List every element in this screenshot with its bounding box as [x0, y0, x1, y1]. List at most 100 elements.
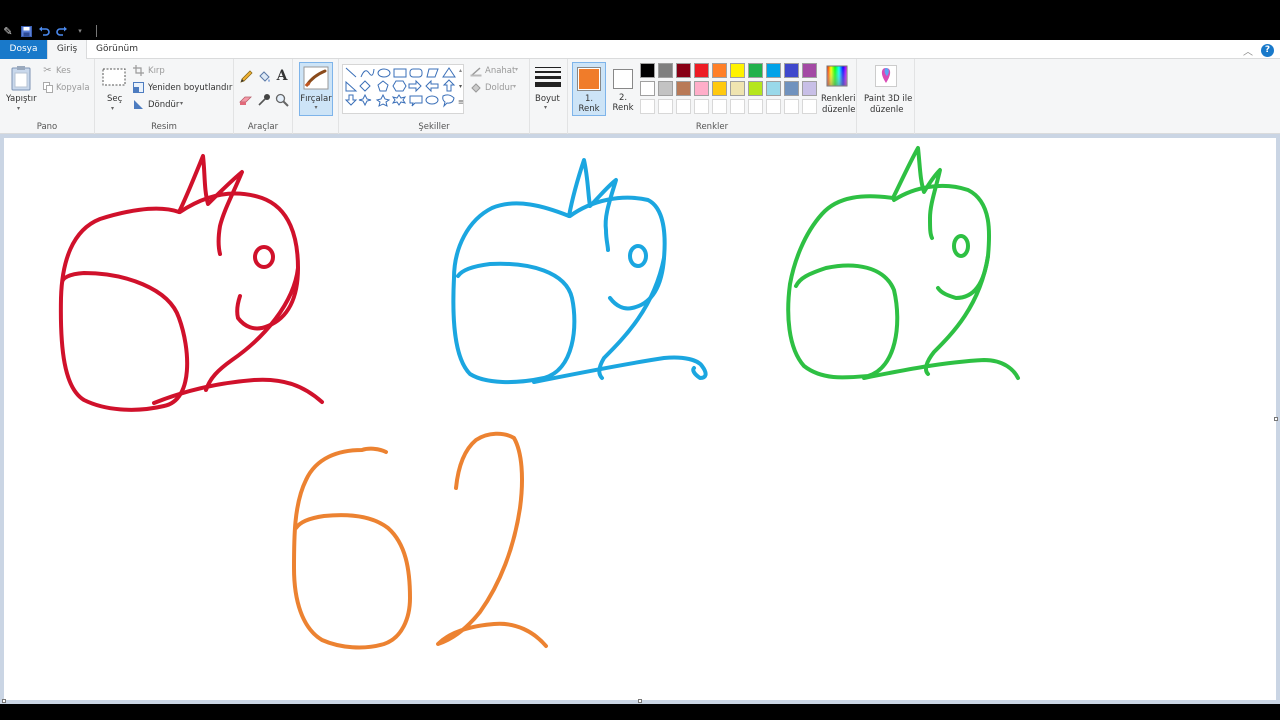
resize-button[interactable]: Yeniden boyutlandır [148, 83, 232, 93]
canvas-resize-handle-bottom-left[interactable] [2, 699, 6, 703]
palette-swatch[interactable] [766, 63, 781, 78]
palette-swatch[interactable] [694, 81, 709, 96]
paint3d-line1[interactable]: Paint 3D ile [864, 94, 912, 104]
orange-62-drawing [292, 431, 548, 650]
ribbon-tabs: Dosya Giriş Görünüm ︿ ? [0, 40, 1280, 59]
undo-icon[interactable] [38, 25, 50, 37]
bottom-bar [0, 704, 1280, 720]
image-group: Seç ▾ Kırp Yeniden boyutlandır Döndür ▾ … [95, 59, 234, 134]
canvas-resize-handle-right[interactable] [1274, 417, 1278, 421]
rotate-button[interactable]: Döndür [148, 100, 179, 110]
color1-swatch-frame [577, 67, 601, 91]
colors-group: 1. Renk 2. Renk Renkleri düzenle Renkler [568, 59, 857, 134]
tab-file[interactable]: Dosya [0, 40, 47, 59]
line-size-icon[interactable] [533, 66, 563, 88]
rotate-icon [133, 99, 144, 110]
color2-label-line1: 2. [618, 93, 628, 103]
shapes-scroll-up-icon[interactable]: ▴ [459, 67, 462, 74]
edit-colors-icon[interactable] [825, 64, 849, 88]
palette-swatch-empty[interactable] [748, 99, 763, 114]
palette-swatch[interactable] [676, 63, 691, 78]
size-button[interactable]: Boyut [535, 94, 560, 104]
shapes-more-icon[interactable]: ≡ [458, 98, 464, 106]
palette-swatch-empty[interactable] [712, 99, 727, 114]
brushes-dropdown-icon[interactable]: ▾ [300, 104, 332, 111]
palette-swatch[interactable] [802, 81, 817, 96]
palette-swatch[interactable] [640, 63, 655, 78]
copy-button[interactable]: Kopyala [56, 83, 90, 93]
cut-button[interactable]: Kes [56, 66, 71, 76]
paste-icon[interactable] [9, 64, 33, 92]
paste-button[interactable]: Yapıştır [6, 94, 37, 104]
resize-icon [133, 82, 144, 93]
redo-icon[interactable] [56, 25, 68, 37]
palette-swatch[interactable] [658, 81, 673, 96]
colors-group-label: Renkler [695, 122, 729, 132]
text-tool-icon[interactable]: A [274, 68, 290, 84]
palette-swatch[interactable] [766, 81, 781, 96]
select-button[interactable]: Seç [107, 94, 122, 104]
select-icon[interactable] [102, 68, 126, 86]
drawing-canvas[interactable] [2, 138, 1278, 703]
palette-swatch-empty[interactable] [784, 99, 799, 114]
quick-access-toolbar: ✎ ▾ [0, 22, 97, 40]
rotate-dropdown-icon[interactable]: ▾ [180, 100, 183, 107]
edit-colors-line2[interactable]: düzenle [822, 105, 855, 115]
color-picker-icon[interactable] [256, 92, 272, 108]
size-dropdown-icon[interactable]: ▾ [544, 104, 547, 111]
palette-swatch-empty[interactable] [658, 99, 673, 114]
palette-swatch[interactable] [712, 63, 727, 78]
color2-button[interactable]: 2. Renk [608, 62, 642, 116]
fill-dropdown-icon[interactable]: ▾ [513, 83, 516, 90]
palette-swatch-empty[interactable] [676, 99, 691, 114]
magnifier-icon[interactable] [274, 92, 290, 108]
palette-swatch-empty[interactable] [640, 99, 655, 114]
customize-toolbar-icon[interactable]: ▾ [74, 25, 86, 37]
palette-swatch-empty[interactable] [694, 99, 709, 114]
help-icon[interactable]: ? [1261, 44, 1274, 57]
palette-swatch[interactable] [676, 81, 691, 96]
fill-button[interactable]: Doldur [485, 83, 513, 93]
shapes-gallery-icons[interactable] [343, 65, 463, 113]
tools-group-label: Araçlar [247, 122, 279, 132]
palette-swatch[interactable] [784, 63, 799, 78]
palette-swatch[interactable] [658, 63, 673, 78]
edit-colors-line1[interactable]: Renkleri [821, 94, 856, 104]
palette-swatch-empty[interactable] [766, 99, 781, 114]
toolbar-separator [96, 25, 97, 37]
palette-swatch[interactable] [712, 81, 727, 96]
crop-button[interactable]: Kırp [148, 66, 165, 76]
palette-swatch[interactable] [748, 63, 763, 78]
pencil-icon[interactable] [238, 69, 254, 85]
color1-button[interactable]: 1. Renk [572, 62, 606, 116]
fill-icon [470, 82, 482, 93]
image-group-label: Resim [151, 122, 177, 132]
tab-view[interactable]: Görünüm [94, 40, 140, 59]
tab-home[interactable]: Giriş [47, 40, 87, 59]
palette-swatch[interactable] [730, 63, 745, 78]
brushes-button[interactable]: Fırçalar ▾ [299, 62, 333, 116]
eraser-icon[interactable] [238, 92, 254, 108]
select-dropdown-icon[interactable]: ▾ [111, 105, 114, 112]
palette-swatch[interactable] [694, 63, 709, 78]
shapes-scroll-down-icon[interactable]: ▾ [459, 83, 462, 90]
outline-button[interactable]: Anahat [485, 66, 515, 76]
outline-dropdown-icon[interactable]: ▾ [515, 66, 518, 73]
palette-swatch[interactable] [784, 81, 799, 96]
palette-swatch[interactable] [802, 63, 817, 78]
palette-swatch[interactable] [640, 81, 655, 96]
paint3d-icon[interactable] [874, 64, 898, 88]
palette-swatch-empty[interactable] [802, 99, 817, 114]
color2-swatch-frame [613, 69, 633, 89]
palette-swatch[interactable] [748, 81, 763, 96]
paste-dropdown-icon[interactable]: ▾ [17, 105, 20, 112]
palette-swatch-empty[interactable] [730, 99, 745, 114]
save-icon[interactable] [20, 25, 32, 37]
collapse-ribbon-icon[interactable]: ︿ [1243, 43, 1253, 58]
paint3d-line2[interactable]: düzenle [870, 105, 903, 115]
copy-icon [42, 82, 53, 93]
palette-swatch[interactable] [730, 81, 745, 96]
canvas-resize-handle-bottom[interactable] [638, 699, 642, 703]
paint-app-icon[interactable]: ✎ [2, 25, 14, 38]
fill-bucket-icon[interactable] [256, 69, 272, 85]
